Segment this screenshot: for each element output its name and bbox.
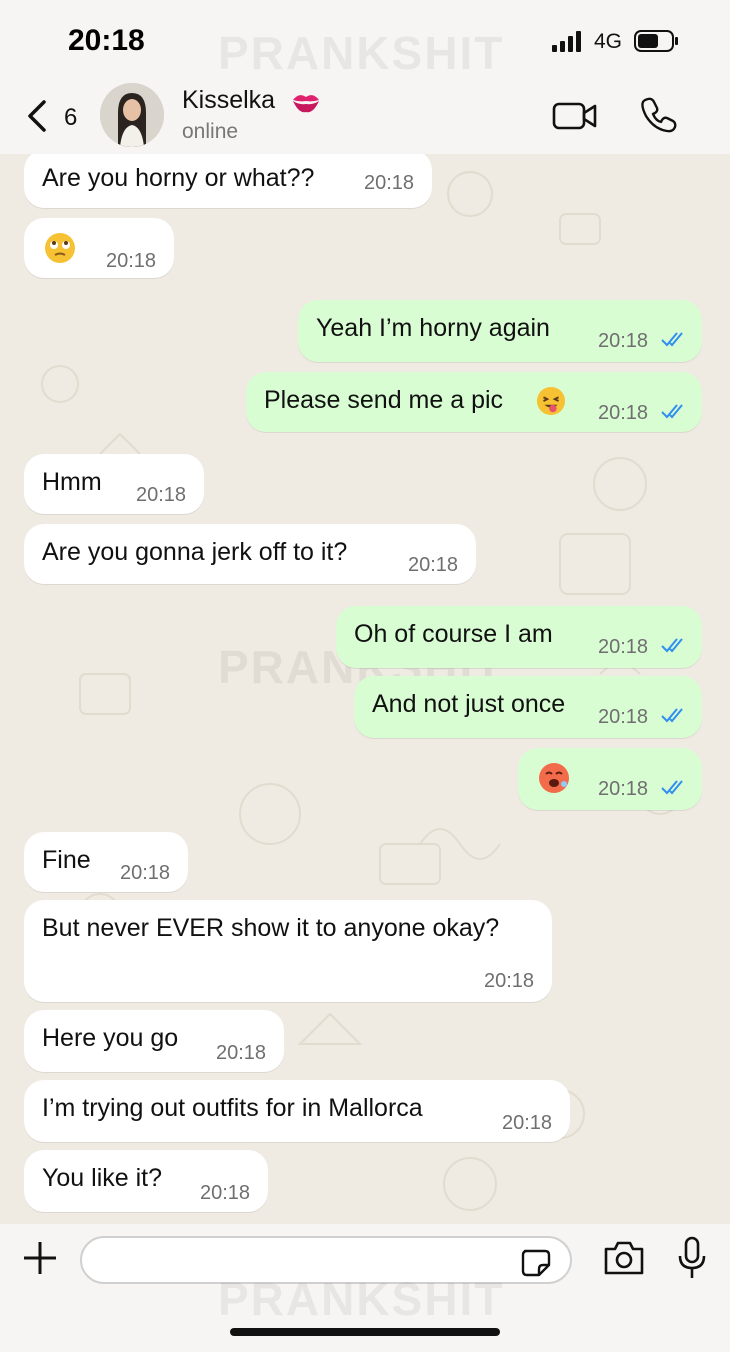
read-receipt-icon (661, 332, 683, 347)
message-time: 20:18 (106, 250, 157, 272)
chat-header: 6 Kisselka online (0, 80, 730, 154)
message-time: 20:18 (598, 330, 649, 352)
message-bubble-incoming[interactable]: 20:18 (24, 218, 174, 278)
message-time: 20:18 (502, 1112, 553, 1134)
phone-call-icon[interactable] (640, 96, 678, 134)
message-time: 20:18 (598, 706, 649, 728)
microphone-icon[interactable] (676, 1236, 708, 1280)
message-bubble-incoming[interactable]: Hmm 20:18 (24, 454, 204, 514)
message-bubble-incoming[interactable]: Here you go 20:18 (24, 1010, 284, 1072)
message-text: Fine (42, 846, 91, 874)
message-time: 20:18 (120, 862, 171, 884)
network-type: 4G (594, 30, 623, 53)
message-time: 20:18 (408, 554, 459, 576)
message-input[interactable] (98, 1246, 522, 1276)
message-time: 20:18 (484, 970, 535, 992)
message-time: 20:18 (216, 1042, 267, 1064)
read-receipt-icon (661, 780, 683, 795)
message-time: 20:18 (364, 172, 415, 194)
message-time: 20:18 (598, 636, 649, 658)
avatar[interactable] (100, 83, 164, 147)
plus-icon[interactable] (22, 1240, 58, 1276)
chat-area[interactable]: PRANKSHIT Are you horny or what?? 20:18 … (0, 154, 730, 1224)
message-bubble-outgoing[interactable]: Please send me a pic 20:18 (246, 372, 702, 432)
message-text: Please send me a pic (264, 386, 504, 414)
video-call-icon[interactable] (552, 100, 598, 132)
home-indicator[interactable] (230, 1328, 500, 1336)
message-text: Here you go (42, 1024, 179, 1052)
message-bubble-incoming[interactable]: You like it? 20:18 (24, 1150, 268, 1212)
unread-count[interactable]: 6 (64, 104, 77, 132)
message-bubble-incoming[interactable]: Are you gonna jerk off to it? 20:18 (24, 524, 476, 584)
sticker-icon[interactable] (520, 1248, 552, 1278)
read-receipt-icon (661, 638, 683, 653)
status-time: 20:18 (68, 24, 145, 57)
message-bubble-incoming[interactable]: But never EVER show it to anyone okay? 2… (24, 900, 552, 1002)
message-text: Yeah I’m horny again (316, 314, 550, 342)
message-text: Hmm (42, 468, 102, 496)
rolling-eyes-emoji-icon (45, 233, 75, 263)
message-input-field[interactable] (80, 1236, 572, 1284)
message-text: You like it? (42, 1164, 162, 1192)
message-time: 20:18 (200, 1182, 251, 1204)
contact-status: online (182, 120, 239, 143)
message-bubble-outgoing[interactable]: Oh of course I am 20:18 (336, 606, 702, 668)
message-bubble-incoming[interactable]: Are you horny or what?? 20:18 (24, 154, 432, 208)
read-receipt-icon (661, 404, 683, 419)
back-chevron-icon[interactable] (24, 98, 52, 134)
kiss-mark-icon (293, 95, 319, 113)
message-time: 20:18 (598, 778, 649, 800)
message-text: Oh of course I am (354, 620, 553, 648)
contact-name[interactable]: Kisselka (182, 86, 275, 115)
signal-icon (552, 31, 581, 52)
battery-icon (634, 30, 678, 52)
message-bubble-outgoing[interactable]: And not just once 20:18 (354, 676, 702, 738)
avatar-photo-icon (100, 83, 164, 147)
message-bubble-incoming[interactable]: Fine 20:18 (24, 832, 188, 892)
hot-face-emoji-icon (539, 763, 569, 793)
message-time: 20:18 (136, 484, 187, 506)
message-bubble-outgoing[interactable]: Yeah I’m horny again 20:18 (298, 300, 702, 362)
tongue-out-emoji-icon (536, 386, 566, 416)
message-text: Are you horny or what?? (42, 164, 315, 192)
camera-icon[interactable] (602, 1240, 646, 1276)
message-time: 20:18 (598, 402, 649, 424)
message-text: Are you gonna jerk off to it? (42, 538, 348, 566)
message-text: But never EVER show it to anyone okay? (42, 914, 500, 942)
message-bubble-incoming[interactable]: I’m trying out outfits for in Mallorca 2… (24, 1080, 570, 1142)
message-text: I’m trying out outfits for in Mallorca (42, 1094, 423, 1122)
message-bubble-outgoing[interactable]: 20:18 (518, 748, 702, 810)
read-receipt-icon (661, 708, 683, 723)
message-text: And not just once (372, 690, 566, 718)
status-bar: 20:18 4G (0, 0, 730, 80)
